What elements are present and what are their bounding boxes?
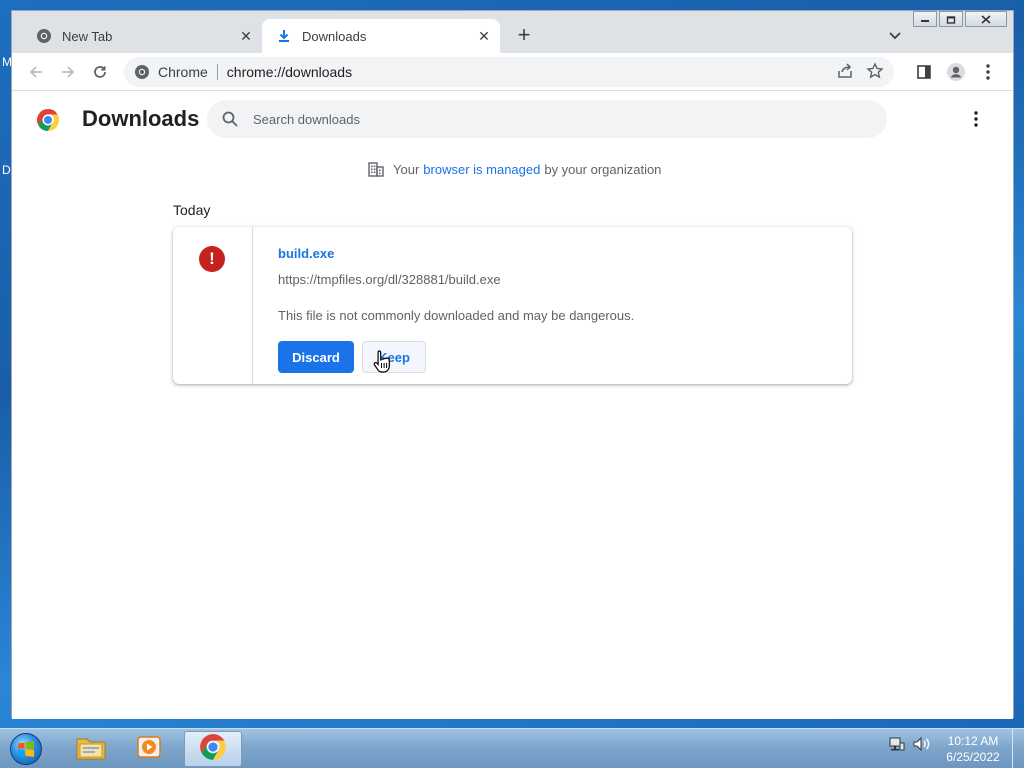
omnibox-url[interactable]: chrome://downloads (227, 64, 352, 80)
date-group-label: Today (173, 202, 211, 218)
close-icon[interactable]: ✕ (236, 26, 256, 46)
browser-window: New Tab ✕ Downloads ✕ + Chrome chrome://… (11, 10, 1014, 719)
media-player-icon (135, 733, 163, 766)
more-actions-icon[interactable] (966, 108, 986, 130)
page-title: Downloads (82, 106, 200, 131)
danger-description: This file is not commonly downloaded and… (278, 308, 635, 323)
taskbar-media-player[interactable] (120, 731, 178, 767)
back-arrow-icon[interactable] (24, 60, 48, 84)
volume-icon[interactable] (912, 735, 932, 758)
search-bar[interactable] (207, 100, 887, 138)
star-icon[interactable] (866, 62, 884, 83)
chrome-icon (199, 733, 227, 766)
chrome-icon (36, 28, 52, 44)
omnibox-chip: Chrome (158, 64, 208, 80)
system-tray (888, 735, 932, 758)
tab-strip: New Tab ✕ Downloads ✕ + (12, 11, 1013, 53)
kebab-menu-icon[interactable] (976, 60, 1000, 84)
minimize-button[interactable] (913, 11, 937, 27)
taskbar-explorer[interactable] (62, 731, 120, 767)
tab-downloads[interactable]: Downloads ✕ (262, 19, 500, 53)
managed-text-after: by your organization (544, 161, 662, 177)
side-panel-icon[interactable] (912, 60, 936, 84)
tab-new-tab[interactable]: New Tab ✕ (22, 19, 262, 53)
browser-toolbar: Chrome chrome://downloads (12, 53, 1013, 91)
managed-link[interactable]: browser is managed (423, 162, 540, 177)
taskbar-chrome[interactable] (184, 731, 242, 767)
file-name-link[interactable]: build.exe (278, 246, 334, 261)
close-window-button[interactable] (965, 11, 1007, 27)
danger-warning-icon: ! (199, 246, 225, 272)
desktop-letter: D (2, 163, 11, 177)
chevron-down-icon[interactable] (884, 25, 906, 47)
omnibox[interactable]: Chrome chrome://downloads (124, 57, 894, 87)
reload-icon[interactable] (88, 60, 112, 84)
discard-button[interactable]: Discard (278, 341, 354, 373)
tab-title: New Tab (62, 28, 113, 44)
keep-button[interactable]: Keep (362, 341, 426, 373)
share-icon[interactable] (836, 62, 854, 83)
hand-cursor-icon (373, 349, 393, 375)
omnibox-actions (836, 62, 884, 83)
building-icon (367, 160, 385, 178)
windows-logo-icon (10, 733, 42, 765)
start-button[interactable] (6, 731, 46, 767)
window-controls (911, 11, 1007, 27)
managed-text-before: Your (393, 161, 420, 177)
download-item-card: ! build.exe https://tmpfiles.org/dl/3288… (173, 227, 852, 384)
forward-arrow-icon[interactable] (56, 60, 80, 84)
new-tab-button[interactable]: + (512, 24, 536, 48)
search-icon (221, 110, 239, 128)
file-source-url: https://tmpfiles.org/dl/328881/build.exe (278, 272, 501, 287)
show-desktop-button[interactable] (1012, 729, 1024, 768)
download-icon (276, 28, 292, 44)
managed-notice: Your browser is managed by your organiza… (367, 160, 661, 178)
profile-avatar-icon[interactable] (944, 60, 968, 84)
clock-date: 6/25/2022 (946, 750, 1000, 764)
chrome-icon (134, 64, 150, 80)
omnibox-separator (216, 64, 218, 80)
clock-time: 10:12 AM (947, 734, 999, 748)
network-icon[interactable] (888, 735, 906, 758)
clock[interactable]: 10:12 AM 6/25/2022 (940, 733, 1006, 765)
tab-title: Downloads (302, 28, 367, 44)
restore-button[interactable] (939, 11, 963, 27)
search-input[interactable] (253, 111, 853, 127)
file-icon-column: ! (173, 227, 253, 384)
taskbar: 10:12 AM 6/25/2022 (0, 728, 1024, 768)
folder-icon (75, 733, 107, 766)
close-icon[interactable]: ✕ (474, 26, 494, 46)
chrome-logo-icon (36, 108, 60, 132)
downloads-page: Downloads Your browser is managed by you… (12, 92, 1013, 719)
